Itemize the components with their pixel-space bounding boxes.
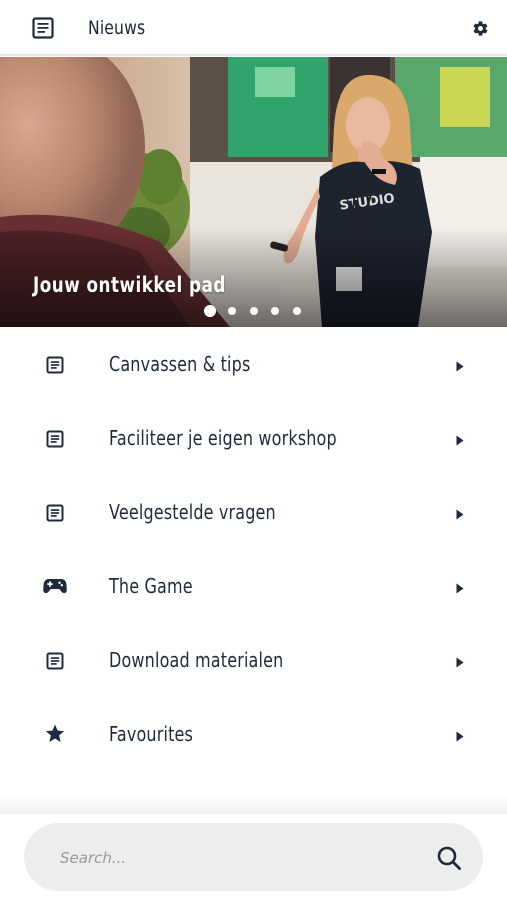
hero-caption: Jouw ontwikkel pad	[33, 273, 226, 297]
menu-item-label: Download materialen	[109, 648, 284, 672]
carousel-dot-4[interactable]	[271, 307, 279, 315]
menu-item-the-game[interactable]: The Game	[0, 549, 507, 623]
search-icon[interactable]	[436, 845, 462, 876]
document-icon	[45, 651, 65, 670]
menu-item-label: Faciliteer je eigen workshop	[109, 426, 337, 450]
menu-item-faciliteer-workshop[interactable]: Faciliteer je eigen workshop	[0, 401, 507, 475]
search-input[interactable]	[58, 843, 422, 873]
menu-item-label: Favourites	[109, 722, 194, 746]
caret-right-icon	[456, 507, 464, 525]
caret-right-icon	[456, 581, 464, 599]
document-icon	[45, 355, 65, 374]
document-icon	[45, 503, 65, 522]
caret-right-icon	[456, 433, 464, 451]
caret-right-icon	[456, 729, 464, 747]
carousel-dot-2[interactable]	[228, 307, 236, 315]
caret-right-icon	[456, 655, 464, 673]
page-title: Nieuws	[88, 17, 146, 39]
menu-item-veelgestelde-vragen[interactable]: Veelgestelde vragen	[0, 475, 507, 549]
document-icon	[45, 429, 65, 448]
menu-item-label: The Game	[109, 574, 193, 598]
gamepad-icon	[43, 578, 67, 596]
carousel-dot-5[interactable]	[293, 307, 301, 315]
document-icon[interactable]	[31, 16, 55, 45]
menu-item-download-materialen[interactable]: Download materialen	[0, 623, 507, 697]
star-icon	[45, 724, 65, 743]
search-field[interactable]	[24, 823, 483, 891]
search-bar-container	[0, 814, 507, 900]
app-header: Nieuws	[0, 0, 507, 56]
menu-item-label: Veelgestelde vragen	[109, 500, 276, 524]
bottom-divider	[0, 795, 507, 815]
carousel-dot-3[interactable]	[250, 307, 258, 315]
carousel-dot-1[interactable]	[204, 305, 216, 317]
menu-item-favourites[interactable]: Favourites	[0, 697, 507, 771]
gear-icon[interactable]	[472, 20, 489, 42]
menu-item-label: Canvassen & tips	[109, 352, 251, 376]
menu-item-canvassen-tips[interactable]: Canvassen & tips	[0, 327, 507, 401]
caret-right-icon	[456, 359, 464, 377]
hero-carousel[interactable]: STUDIO Jouw ontwikkel pad	[0, 57, 507, 327]
